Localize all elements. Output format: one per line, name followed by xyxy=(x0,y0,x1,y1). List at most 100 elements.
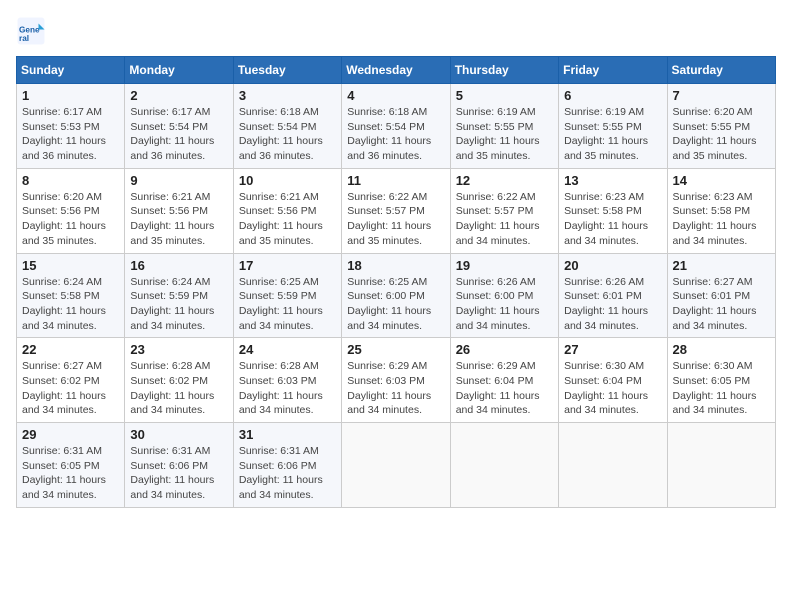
day-number: 9 xyxy=(130,173,227,188)
calendar-day-cell: 30 Sunrise: 6:31 AM Sunset: 6:06 PM Dayl… xyxy=(125,423,233,508)
day-info: Sunrise: 6:29 AM Sunset: 6:03 PM Dayligh… xyxy=(347,359,444,418)
day-info: Sunrise: 6:18 AM Sunset: 5:54 PM Dayligh… xyxy=(347,105,444,164)
day-info: Sunrise: 6:28 AM Sunset: 6:02 PM Dayligh… xyxy=(130,359,227,418)
day-number: 25 xyxy=(347,342,444,357)
weekday-header-monday: Monday xyxy=(125,57,233,84)
calendar-table: SundayMondayTuesdayWednesdayThursdayFrid… xyxy=(16,56,776,508)
calendar-day-cell: 25 Sunrise: 6:29 AM Sunset: 6:03 PM Dayl… xyxy=(342,338,450,423)
day-info: Sunrise: 6:28 AM Sunset: 6:03 PM Dayligh… xyxy=(239,359,336,418)
day-number: 11 xyxy=(347,173,444,188)
day-info: Sunrise: 6:26 AM Sunset: 6:00 PM Dayligh… xyxy=(456,275,553,334)
calendar-day-cell: 2 Sunrise: 6:17 AM Sunset: 5:54 PM Dayli… xyxy=(125,84,233,169)
day-number: 26 xyxy=(456,342,553,357)
calendar-day-cell: 29 Sunrise: 6:31 AM Sunset: 6:05 PM Dayl… xyxy=(17,423,125,508)
day-info: Sunrise: 6:17 AM Sunset: 5:53 PM Dayligh… xyxy=(22,105,119,164)
calendar-day-cell: 28 Sunrise: 6:30 AM Sunset: 6:05 PM Dayl… xyxy=(667,338,775,423)
calendar-day-cell: 7 Sunrise: 6:20 AM Sunset: 5:55 PM Dayli… xyxy=(667,84,775,169)
day-info: Sunrise: 6:27 AM Sunset: 6:01 PM Dayligh… xyxy=(673,275,770,334)
day-info: Sunrise: 6:23 AM Sunset: 5:58 PM Dayligh… xyxy=(673,190,770,249)
weekday-header-saturday: Saturday xyxy=(667,57,775,84)
day-number: 2 xyxy=(130,88,227,103)
day-info: Sunrise: 6:21 AM Sunset: 5:56 PM Dayligh… xyxy=(239,190,336,249)
calendar-day-cell xyxy=(342,423,450,508)
calendar-day-cell: 17 Sunrise: 6:25 AM Sunset: 5:59 PM Dayl… xyxy=(233,253,341,338)
day-number: 19 xyxy=(456,258,553,273)
day-info: Sunrise: 6:24 AM Sunset: 5:59 PM Dayligh… xyxy=(130,275,227,334)
day-number: 4 xyxy=(347,88,444,103)
calendar-day-cell: 19 Sunrise: 6:26 AM Sunset: 6:00 PM Dayl… xyxy=(450,253,558,338)
calendar-day-cell: 12 Sunrise: 6:22 AM Sunset: 5:57 PM Dayl… xyxy=(450,168,558,253)
calendar-week-row: 29 Sunrise: 6:31 AM Sunset: 6:05 PM Dayl… xyxy=(17,423,776,508)
calendar-week-row: 1 Sunrise: 6:17 AM Sunset: 5:53 PM Dayli… xyxy=(17,84,776,169)
day-info: Sunrise: 6:30 AM Sunset: 6:05 PM Dayligh… xyxy=(673,359,770,418)
day-number: 31 xyxy=(239,427,336,442)
calendar-week-row: 8 Sunrise: 6:20 AM Sunset: 5:56 PM Dayli… xyxy=(17,168,776,253)
day-info: Sunrise: 6:18 AM Sunset: 5:54 PM Dayligh… xyxy=(239,105,336,164)
calendar-day-cell xyxy=(559,423,667,508)
calendar-day-cell: 23 Sunrise: 6:28 AM Sunset: 6:02 PM Dayl… xyxy=(125,338,233,423)
day-info: Sunrise: 6:30 AM Sunset: 6:04 PM Dayligh… xyxy=(564,359,661,418)
calendar-day-cell: 3 Sunrise: 6:18 AM Sunset: 5:54 PM Dayli… xyxy=(233,84,341,169)
day-number: 14 xyxy=(673,173,770,188)
day-number: 5 xyxy=(456,88,553,103)
day-number: 7 xyxy=(673,88,770,103)
calendar-day-cell: 6 Sunrise: 6:19 AM Sunset: 5:55 PM Dayli… xyxy=(559,84,667,169)
calendar-day-cell: 11 Sunrise: 6:22 AM Sunset: 5:57 PM Dayl… xyxy=(342,168,450,253)
day-number: 6 xyxy=(564,88,661,103)
day-info: Sunrise: 6:22 AM Sunset: 5:57 PM Dayligh… xyxy=(347,190,444,249)
calendar-day-cell: 14 Sunrise: 6:23 AM Sunset: 5:58 PM Dayl… xyxy=(667,168,775,253)
day-info: Sunrise: 6:31 AM Sunset: 6:06 PM Dayligh… xyxy=(239,444,336,503)
day-number: 17 xyxy=(239,258,336,273)
day-info: Sunrise: 6:22 AM Sunset: 5:57 PM Dayligh… xyxy=(456,190,553,249)
day-number: 15 xyxy=(22,258,119,273)
day-info: Sunrise: 6:27 AM Sunset: 6:02 PM Dayligh… xyxy=(22,359,119,418)
day-number: 10 xyxy=(239,173,336,188)
calendar-day-cell: 26 Sunrise: 6:29 AM Sunset: 6:04 PM Dayl… xyxy=(450,338,558,423)
day-info: Sunrise: 6:31 AM Sunset: 6:06 PM Dayligh… xyxy=(130,444,227,503)
day-info: Sunrise: 6:19 AM Sunset: 5:55 PM Dayligh… xyxy=(456,105,553,164)
day-number: 22 xyxy=(22,342,119,357)
calendar-day-cell: 31 Sunrise: 6:31 AM Sunset: 6:06 PM Dayl… xyxy=(233,423,341,508)
logo-icon: Gene ral xyxy=(16,16,46,46)
day-number: 23 xyxy=(130,342,227,357)
calendar-day-cell: 1 Sunrise: 6:17 AM Sunset: 5:53 PM Dayli… xyxy=(17,84,125,169)
day-number: 29 xyxy=(22,427,119,442)
calendar-day-cell: 16 Sunrise: 6:24 AM Sunset: 5:59 PM Dayl… xyxy=(125,253,233,338)
day-info: Sunrise: 6:23 AM Sunset: 5:58 PM Dayligh… xyxy=(564,190,661,249)
day-info: Sunrise: 6:29 AM Sunset: 6:04 PM Dayligh… xyxy=(456,359,553,418)
day-number: 8 xyxy=(22,173,119,188)
page-header: Gene ral xyxy=(16,16,776,46)
day-number: 12 xyxy=(456,173,553,188)
calendar-day-cell: 24 Sunrise: 6:28 AM Sunset: 6:03 PM Dayl… xyxy=(233,338,341,423)
calendar-week-row: 15 Sunrise: 6:24 AM Sunset: 5:58 PM Dayl… xyxy=(17,253,776,338)
day-number: 16 xyxy=(130,258,227,273)
weekday-header-friday: Friday xyxy=(559,57,667,84)
day-number: 24 xyxy=(239,342,336,357)
weekday-header-thursday: Thursday xyxy=(450,57,558,84)
calendar-day-cell: 20 Sunrise: 6:26 AM Sunset: 6:01 PM Dayl… xyxy=(559,253,667,338)
day-number: 20 xyxy=(564,258,661,273)
calendar-week-row: 22 Sunrise: 6:27 AM Sunset: 6:02 PM Dayl… xyxy=(17,338,776,423)
day-info: Sunrise: 6:31 AM Sunset: 6:05 PM Dayligh… xyxy=(22,444,119,503)
calendar-day-cell: 15 Sunrise: 6:24 AM Sunset: 5:58 PM Dayl… xyxy=(17,253,125,338)
calendar-day-cell xyxy=(667,423,775,508)
calendar-day-cell: 27 Sunrise: 6:30 AM Sunset: 6:04 PM Dayl… xyxy=(559,338,667,423)
day-number: 3 xyxy=(239,88,336,103)
calendar-day-cell: 22 Sunrise: 6:27 AM Sunset: 6:02 PM Dayl… xyxy=(17,338,125,423)
weekday-header-tuesday: Tuesday xyxy=(233,57,341,84)
day-number: 30 xyxy=(130,427,227,442)
day-info: Sunrise: 6:25 AM Sunset: 5:59 PM Dayligh… xyxy=(239,275,336,334)
day-info: Sunrise: 6:17 AM Sunset: 5:54 PM Dayligh… xyxy=(130,105,227,164)
day-info: Sunrise: 6:25 AM Sunset: 6:00 PM Dayligh… xyxy=(347,275,444,334)
calendar-day-cell: 21 Sunrise: 6:27 AM Sunset: 6:01 PM Dayl… xyxy=(667,253,775,338)
day-number: 1 xyxy=(22,88,119,103)
calendar-day-cell xyxy=(450,423,558,508)
calendar-day-cell: 5 Sunrise: 6:19 AM Sunset: 5:55 PM Dayli… xyxy=(450,84,558,169)
calendar-day-cell: 13 Sunrise: 6:23 AM Sunset: 5:58 PM Dayl… xyxy=(559,168,667,253)
weekday-header-wednesday: Wednesday xyxy=(342,57,450,84)
day-info: Sunrise: 6:21 AM Sunset: 5:56 PM Dayligh… xyxy=(130,190,227,249)
day-info: Sunrise: 6:26 AM Sunset: 6:01 PM Dayligh… xyxy=(564,275,661,334)
day-info: Sunrise: 6:19 AM Sunset: 5:55 PM Dayligh… xyxy=(564,105,661,164)
calendar-day-cell: 10 Sunrise: 6:21 AM Sunset: 5:56 PM Dayl… xyxy=(233,168,341,253)
day-info: Sunrise: 6:20 AM Sunset: 5:56 PM Dayligh… xyxy=(22,190,119,249)
